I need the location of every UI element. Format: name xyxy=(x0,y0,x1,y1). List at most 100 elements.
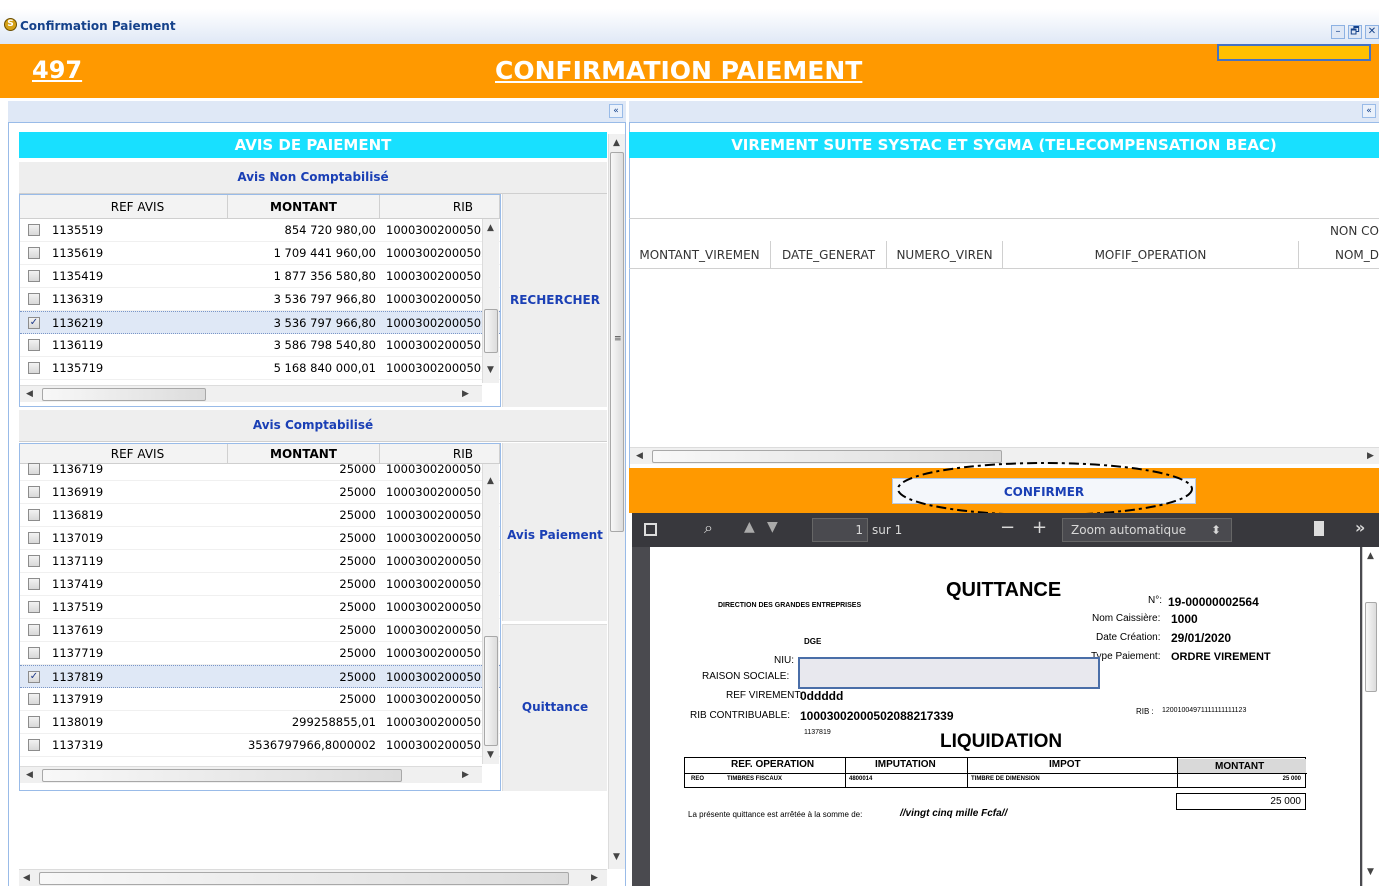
next-page-icon[interactable]: ▼ xyxy=(767,519,778,535)
collapse-right-icon[interactable]: « xyxy=(1362,104,1376,118)
left-panel-hscroll-thumb[interactable] xyxy=(39,872,569,885)
col-nom[interactable]: NOM_D xyxy=(1299,241,1379,268)
checkbox-icon[interactable] xyxy=(28,339,40,351)
row-checkbox[interactable] xyxy=(20,265,48,287)
checkbox-icon[interactable] xyxy=(28,601,40,613)
grid-vscroll-thumb[interactable] xyxy=(484,636,498,746)
table-row[interactable]: 1137319 3536797966,8000002 10003002000502 xyxy=(20,734,500,757)
table-row[interactable]: 1135419 1 877 356 580,80 10003002000502 xyxy=(20,265,500,288)
table-row[interactable]: 1137719 25000 10003002000502 xyxy=(20,642,500,665)
col-motif-operation[interactable]: MOFIF_OPERATION xyxy=(1003,241,1299,268)
zoom-out-icon[interactable]: − xyxy=(1000,517,1015,538)
table-row[interactable]: 1136319 3 536 797 966,80 10003002000502 xyxy=(20,288,500,311)
checkbox-icon[interactable]: ✓ xyxy=(28,671,40,683)
row-checkbox[interactable] xyxy=(20,504,48,526)
search-icon[interactable]: ⌕ xyxy=(704,518,713,538)
checkbox-icon[interactable] xyxy=(28,293,40,305)
left-panel-hscroll[interactable]: ◀ ▶ xyxy=(19,869,607,886)
checkbox-icon[interactable] xyxy=(28,716,40,728)
row-checkbox[interactable] xyxy=(20,288,48,310)
prev-page-icon[interactable]: ▲ xyxy=(744,519,755,535)
grid-vscroll-thumb[interactable] xyxy=(484,309,498,353)
table-row[interactable]: 1136719 25000 10003002000502 xyxy=(20,458,500,481)
checkbox-icon[interactable]: ✓ xyxy=(28,317,40,329)
row-checkbox[interactable] xyxy=(20,357,48,379)
row-checkbox[interactable] xyxy=(20,734,48,756)
table-row[interactable]: 1137119 25000 10003002000502 xyxy=(20,550,500,573)
col-montant[interactable]: MONTANT xyxy=(228,195,380,218)
col-rib[interactable]: RIB xyxy=(380,195,500,218)
minimize-button[interactable]: – xyxy=(1331,25,1345,39)
row-checkbox[interactable] xyxy=(20,688,48,710)
table-row[interactable]: 1137419 25000 10003002000502 xyxy=(20,573,500,596)
checkbox-icon[interactable] xyxy=(28,270,40,282)
tools-icon[interactable]: » xyxy=(1355,518,1365,537)
table-row[interactable]: 1135519 854 720 980,00 10003002000502 xyxy=(20,219,500,242)
checkbox-icon[interactable] xyxy=(28,486,40,498)
avis-comptabilise-title: Avis Comptabilisé xyxy=(19,410,607,442)
checkbox-icon[interactable] xyxy=(28,532,40,544)
table-row[interactable]: 1137519 25000 10003002000502 xyxy=(20,596,500,619)
avis-paiement-button[interactable]: Avis Paiement xyxy=(502,443,607,621)
close-button[interactable]: ✕ xyxy=(1365,25,1379,39)
row-checkbox[interactable] xyxy=(20,550,48,572)
checkbox-icon[interactable] xyxy=(28,739,40,751)
left-panel-vscroll[interactable]: ▲ ≡ ▼ xyxy=(608,134,625,869)
row-checkbox[interactable] xyxy=(20,458,48,480)
row-checkbox[interactable] xyxy=(20,219,48,241)
table-row[interactable]: 1136819 25000 10003002000502 xyxy=(20,504,500,527)
col-numero-virement[interactable]: NUMERO_VIREN xyxy=(887,241,1003,268)
collapse-left-icon[interactable]: « xyxy=(609,104,623,118)
table-row[interactable]: ✓ 1136219 3 536 797 966,80 10003002000502 xyxy=(20,311,500,334)
grid-vscroll[interactable]: ▲ ▼ xyxy=(482,464,499,764)
zoom-in-icon[interactable]: + xyxy=(1032,517,1047,538)
checkbox-icon[interactable] xyxy=(28,578,40,590)
grid-vscroll[interactable]: ▲ ▼ xyxy=(482,219,499,383)
checkbox-icon[interactable] xyxy=(28,463,40,475)
grid-hscroll[interactable]: ◀ ▶ xyxy=(20,385,482,402)
row-checkbox[interactable]: ✓ xyxy=(20,312,48,333)
checkbox-icon[interactable] xyxy=(28,647,40,659)
zoom-select[interactable]: Zoom automatique ⬍ xyxy=(1062,518,1232,542)
table-row[interactable]: 1138019 299258855,01 10003002000502 xyxy=(20,711,500,734)
row-checkbox[interactable] xyxy=(20,619,48,641)
quittance-button[interactable]: Quittance xyxy=(502,624,607,791)
table-row[interactable]: 1136119 3 586 798 540,80 10003002000502 xyxy=(20,334,500,357)
checkbox-icon[interactable] xyxy=(28,224,40,236)
sidebar-toggle-icon[interactable] xyxy=(644,523,657,536)
grid-hscroll[interactable]: ◀ ▶ xyxy=(20,766,482,783)
row-checkbox[interactable] xyxy=(20,573,48,595)
col-ref-avis[interactable]: REF AVIS xyxy=(48,195,228,218)
col-montant-virement[interactable]: MONTANT_VIREMEN xyxy=(629,241,771,268)
bookmark-icon[interactable] xyxy=(1314,521,1324,536)
table-row[interactable]: ✓ 1137819 25000 10003002000502 xyxy=(20,665,500,688)
row-checkbox[interactable] xyxy=(20,711,48,733)
checkbox-icon[interactable] xyxy=(28,247,40,259)
rechercher-button[interactable]: RECHERCHER xyxy=(502,194,607,407)
row-checkbox[interactable]: ✓ xyxy=(20,666,48,687)
grid-hscroll-thumb[interactable] xyxy=(42,769,402,782)
pdf-vscroll-thumb[interactable] xyxy=(1365,602,1377,692)
checkbox-icon[interactable] xyxy=(28,362,40,374)
checkbox-icon[interactable] xyxy=(28,624,40,636)
page-number-input[interactable]: 1 xyxy=(812,518,868,542)
row-checkbox[interactable] xyxy=(20,596,48,618)
grid-hscroll-thumb[interactable] xyxy=(42,388,206,401)
table-row[interactable]: 1136919 25000 10003002000502 xyxy=(20,481,500,504)
col-date-generat[interactable]: DATE_GENERAT xyxy=(771,241,887,268)
table-row[interactable]: 1137919 25000 10003002000502 xyxy=(20,688,500,711)
row-checkbox[interactable] xyxy=(20,642,48,664)
pdf-vscroll[interactable]: ▲ ▼ xyxy=(1362,547,1379,886)
checkbox-icon[interactable] xyxy=(28,509,40,521)
row-checkbox[interactable] xyxy=(20,481,48,503)
checkbox-icon[interactable] xyxy=(28,555,40,567)
table-row[interactable]: 1137619 25000 10003002000502 xyxy=(20,619,500,642)
table-row[interactable]: 1135719 5 168 840 000,01 10003002000502 xyxy=(20,357,500,380)
row-checkbox[interactable] xyxy=(20,527,48,549)
table-row[interactable]: 1137019 25000 10003002000502 xyxy=(20,527,500,550)
row-checkbox[interactable] xyxy=(20,334,48,356)
checkbox-icon[interactable] xyxy=(28,693,40,705)
row-checkbox[interactable] xyxy=(20,242,48,264)
table-row[interactable]: 1135619 1 709 441 960,00 10003002000502 xyxy=(20,242,500,265)
restore-button[interactable]: 🗗 xyxy=(1348,25,1362,39)
